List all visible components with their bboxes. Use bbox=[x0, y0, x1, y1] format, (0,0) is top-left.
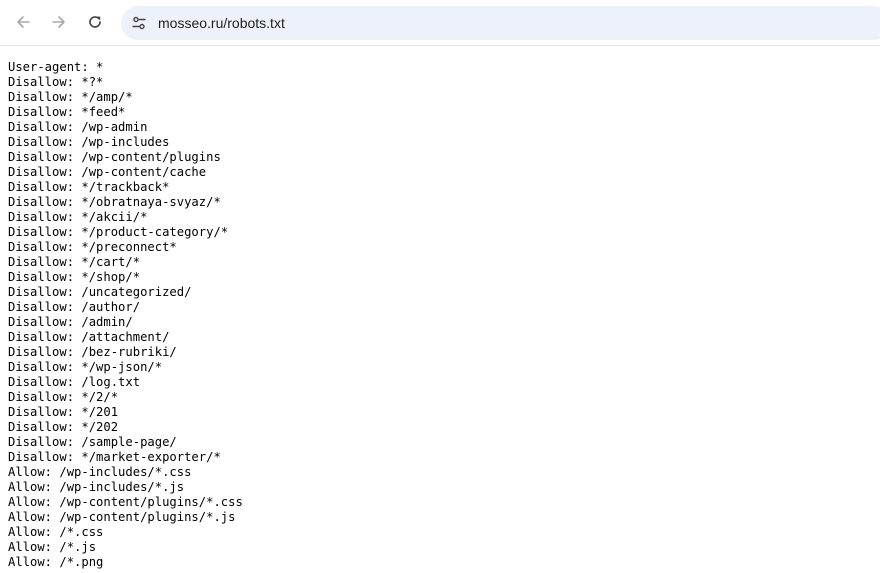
text-line: Disallow: /bez-rubriki/ bbox=[8, 345, 177, 359]
text-line: Allow: /wp-content/plugins/*.js bbox=[8, 510, 236, 524]
arrow-left-icon bbox=[17, 16, 30, 28]
text-line: Disallow: /author/ bbox=[8, 300, 141, 314]
text-line: Disallow: /wp-admin bbox=[8, 120, 148, 134]
address-bar[interactable]: mosseo.ru/robots.txt bbox=[121, 6, 880, 40]
text-line: Disallow: /attachment/ bbox=[8, 330, 170, 344]
text-line: Disallow: /sample-page/ bbox=[8, 435, 177, 449]
text-line: Disallow: */cart/* bbox=[8, 255, 141, 269]
robots-txt-content: User-agent: * Disallow: *?* Disallow: */am… bbox=[8, 60, 243, 570]
text-line: Disallow: */obratnaya-svyaz/* bbox=[8, 195, 221, 209]
text-line: Disallow: */wp-json/* bbox=[8, 360, 163, 374]
text-line: Disallow: /log.txt bbox=[8, 375, 141, 389]
reload-icon bbox=[89, 16, 101, 28]
text-line: Disallow: /wp-content/cache bbox=[8, 165, 207, 179]
text-line: Disallow: */201 bbox=[8, 405, 119, 419]
text-line: Allow: /*.js bbox=[8, 540, 97, 554]
tune-icon bbox=[132, 16, 146, 30]
forward-button[interactable] bbox=[44, 7, 74, 37]
text-line: Allow: /wp-includes/*.css bbox=[8, 465, 192, 479]
text-line: Disallow: *feed* bbox=[8, 105, 126, 119]
text-line: Disallow: */market-exporter/* bbox=[8, 450, 221, 464]
url-text[interactable]: mosseo.ru/robots.txt bbox=[158, 6, 285, 40]
text-line: Disallow: /wp-content/plugins bbox=[8, 150, 221, 164]
text-line: Allow: /*.css bbox=[8, 525, 104, 539]
text-line: Allow: /*.png bbox=[8, 555, 104, 569]
reload-button[interactable] bbox=[80, 7, 110, 37]
text-line: Disallow: /admin/ bbox=[8, 315, 133, 329]
text-line: Disallow: */product-category/* bbox=[8, 225, 229, 239]
text-line: Disallow: */shop/* bbox=[8, 270, 141, 284]
text-line: Disallow: */akcii/* bbox=[8, 210, 148, 224]
text-line: Disallow: */preconnect* bbox=[8, 240, 177, 254]
text-line: Disallow: */trackback* bbox=[8, 180, 170, 194]
text-line: User-agent: * bbox=[8, 60, 104, 74]
text-line: Disallow: */202 bbox=[8, 420, 119, 434]
text-line: Disallow: /uncategorized/ bbox=[8, 285, 192, 299]
text-line: Disallow: *?* bbox=[8, 75, 104, 89]
browser-toolbar: mosseo.ru/robots.txt bbox=[0, 0, 880, 46]
arrow-right-icon bbox=[52, 16, 65, 28]
text-line: Disallow: */amp/* bbox=[8, 90, 133, 104]
text-line: Disallow: /wp-includes bbox=[8, 135, 170, 149]
text-line: Allow: /wp-content/plugins/*.css bbox=[8, 495, 243, 509]
site-info-button[interactable] bbox=[125, 9, 153, 37]
text-line: Allow: /wp-includes/*.js bbox=[8, 480, 185, 494]
back-button[interactable] bbox=[8, 7, 38, 37]
text-line: Disallow: */2/* bbox=[8, 390, 119, 404]
